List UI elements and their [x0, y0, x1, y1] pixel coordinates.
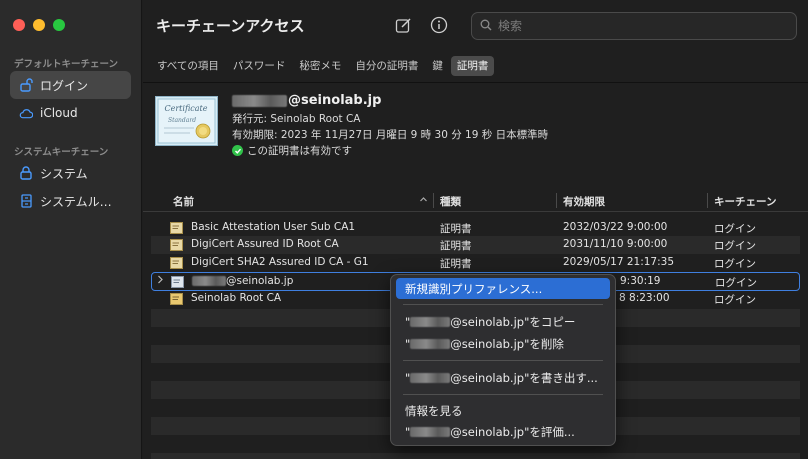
cell-expiry: 2029/05/17 21:17:35	[563, 256, 675, 268]
table-row[interactable]: DigiCert SHA2 Assured ID CA - G1 証明書 202…	[151, 254, 800, 272]
cabinet-icon	[19, 194, 33, 208]
tab-secure-notes[interactable]: 秘密メモ	[293, 56, 347, 76]
sidebar-item-icloud[interactable]: iCloud	[10, 99, 131, 127]
window-controls	[13, 19, 65, 31]
search-icon	[480, 19, 492, 34]
chevron-up-icon[interactable]	[419, 194, 428, 207]
titlebar: キーチェーンアクセス	[143, 0, 808, 52]
tab-passwords[interactable]: パスワード	[227, 56, 292, 76]
cell-expiry: 2032/03/22 9:00:00	[563, 221, 668, 233]
menu-separator	[403, 360, 603, 361]
menu-separator	[403, 394, 603, 395]
certificate-icon	[170, 239, 183, 251]
cell-name: Basic Attestation User Sub CA1	[191, 221, 356, 233]
tab-all-items[interactable]: すべての項目	[151, 56, 225, 76]
cell-name: @seinolab.jp	[192, 275, 293, 287]
checkmark-icon	[232, 145, 243, 156]
sidebar-item-system[interactable]: システム	[10, 159, 131, 187]
certificate-name-suffix: @seinolab.jp	[288, 93, 382, 108]
cell-name: Seinolab Root CA	[191, 292, 282, 304]
cell-expiry: 8 8:23:00	[619, 292, 670, 304]
certificate-issuer: 発行元: Seinolab Root CA	[232, 113, 361, 125]
table-header: 名前 種類 有効期限 キーチェーン	[143, 190, 808, 212]
menu-item-get-info[interactable]: 情報を見る	[396, 400, 610, 421]
tab-my-certificates[interactable]: 自分の証明書	[349, 56, 424, 76]
certificate-icon	[171, 276, 184, 288]
category-tabs: すべての項目 パスワード 秘密メモ 自分の証明書 鍵 証明書	[151, 56, 495, 76]
cloud-icon	[19, 106, 33, 120]
menu-item-new-identity-preference[interactable]: 新規識別プリファレンス...	[396, 278, 610, 299]
search-field[interactable]	[471, 12, 797, 40]
sidebar-section-system: システムキーチェーン	[14, 147, 109, 158]
cell-kind: 証明書	[440, 258, 472, 270]
cell-keychain: ログイン	[714, 223, 756, 235]
sidebar-item-label: iCloud	[40, 106, 78, 120]
certificate-expiry: 有効期限: 2023 年 11月27日 月曜日 9 時 30 分 19 秒 日本…	[232, 129, 549, 141]
menu-item-copy[interactable]: " @seinolab.jp"をコピー	[396, 311, 610, 332]
column-header-keychain[interactable]: キーチェーン	[714, 194, 776, 209]
search-input[interactable]	[498, 19, 778, 33]
empty-row	[151, 453, 800, 459]
window-title: キーチェーンアクセス	[156, 17, 305, 35]
unlock-icon	[19, 78, 33, 92]
certificate-icon	[170, 257, 183, 269]
close-button[interactable]	[13, 19, 25, 31]
certificate-icon: Certificate Standard	[155, 96, 218, 146]
cell-keychain: ログイン	[714, 294, 756, 306]
table-row[interactable]: Basic Attestation User Sub CA1 証明書 2032/…	[151, 219, 800, 237]
column-separator[interactable]	[556, 193, 557, 208]
certificate-image-title: Certificate	[165, 104, 208, 113]
cell-kind: 証明書	[440, 223, 472, 235]
certificate-icon	[170, 293, 183, 305]
compose-icon[interactable]	[393, 15, 413, 35]
column-header-kind[interactable]: 種類	[440, 194, 461, 209]
cell-keychain: ログイン	[715, 277, 757, 289]
cell-name: DigiCert SHA2 Assured ID CA - G1	[191, 256, 369, 268]
redacted-text	[410, 372, 451, 383]
sidebar-item-label: システムル…	[40, 194, 112, 209]
divider	[143, 82, 808, 83]
context-menu: 新規識別プリファレンス... " @seinolab.jp"をコピー " @se…	[390, 274, 616, 446]
menu-item-delete[interactable]: " @seinolab.jp"を削除	[396, 333, 610, 354]
sidebar-item-login[interactable]: ログイン	[10, 71, 131, 99]
redacted-text	[410, 316, 451, 327]
minimize-button[interactable]	[33, 19, 45, 31]
cell-expiry: 9:30:19	[620, 275, 661, 287]
tab-certificates[interactable]: 証明書	[450, 56, 495, 76]
redacted-text	[410, 338, 451, 349]
table-row[interactable]: DigiCert Assured ID Root CA 証明書 2031/11/…	[151, 236, 800, 254]
menu-item-export[interactable]: " @seinolab.jp"を書き出す...	[396, 367, 610, 388]
cell-keychain: ログイン	[714, 240, 756, 252]
sidebar-section-default: デフォルトキーチェーン	[14, 59, 119, 70]
sidebar-item-label: システム	[40, 166, 88, 181]
cell-name: DigiCert Assured ID Root CA	[191, 238, 339, 250]
column-separator[interactable]	[433, 193, 434, 208]
chevron-right-icon[interactable]	[157, 275, 164, 287]
redacted-text	[410, 426, 451, 437]
certificate-status: この証明書は有効です	[232, 143, 352, 158]
certificate-status-text: この証明書は有効です	[247, 145, 352, 157]
sidebar-item-label: ログイン	[40, 78, 89, 93]
certificate-icon	[170, 222, 183, 234]
certificate-name: @seinolab.jp	[232, 93, 381, 108]
cell-keychain: ログイン	[714, 258, 756, 270]
column-header-name[interactable]: 名前	[173, 194, 194, 209]
lock-icon	[19, 166, 33, 180]
sidebar: デフォルトキーチェーン ログイン iCloud システムキーチェーン システム …	[0, 0, 142, 459]
info-icon[interactable]	[429, 15, 449, 35]
certificate-image-subtitle: Standard	[168, 117, 196, 124]
cell-kind: 証明書	[440, 240, 472, 252]
column-separator[interactable]	[707, 193, 708, 208]
tab-keys[interactable]: 鍵	[426, 56, 449, 76]
zoom-button[interactable]	[53, 19, 65, 31]
redacted-text	[232, 94, 287, 107]
menu-separator	[403, 304, 603, 305]
redacted-text	[192, 276, 226, 286]
menu-item-evaluate[interactable]: " @seinolab.jp"を評価...	[396, 421, 610, 442]
column-header-expiry[interactable]: 有効期限	[563, 194, 605, 209]
cell-expiry: 2031/11/10 9:00:00	[563, 238, 668, 250]
sidebar-item-system-roots[interactable]: システムル…	[10, 187, 131, 215]
